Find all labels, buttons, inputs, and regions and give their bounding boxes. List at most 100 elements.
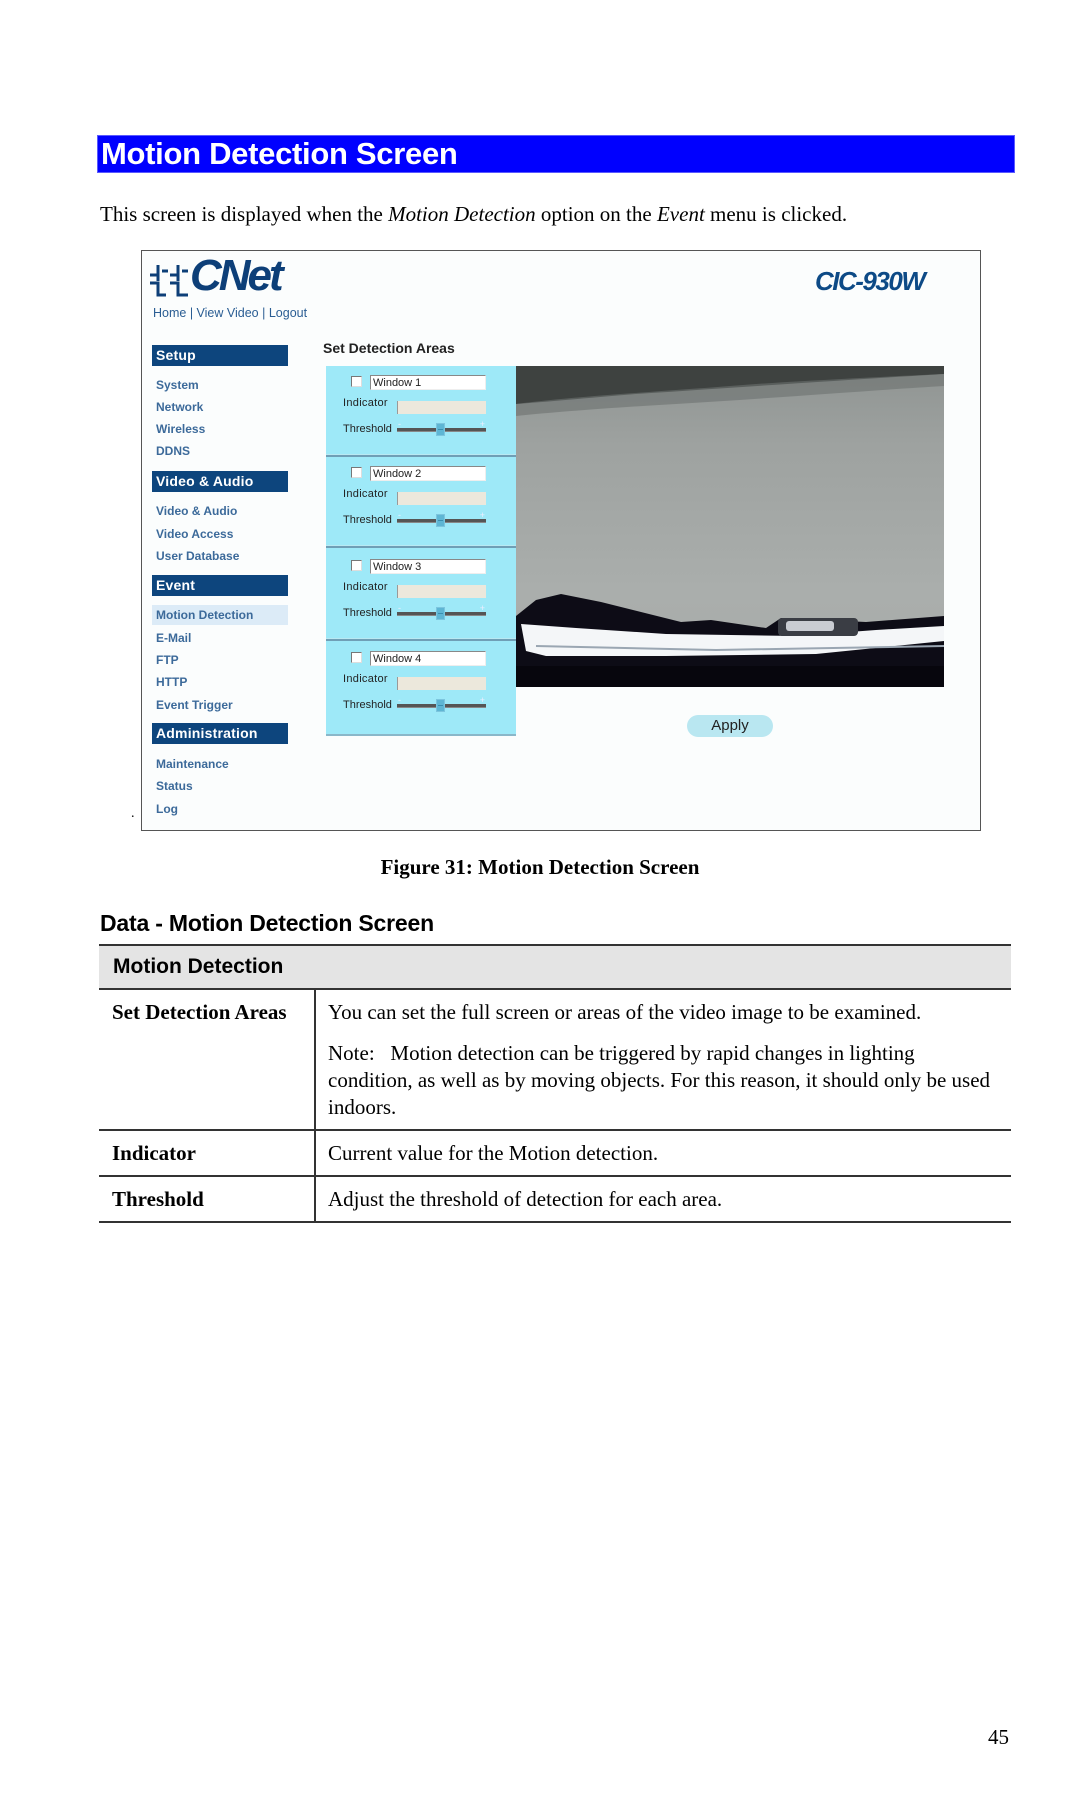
window-3-indicator-bar [397,585,486,598]
intro-emphasis-motion-detection: Motion Detection [388,202,536,226]
sidebar-item-email[interactable]: E-Mail [152,628,288,648]
sidebar-item-event-trigger[interactable]: Event Trigger [152,695,288,715]
sidebar-item-video-audio[interactable]: Video & Audio [152,501,288,521]
slider-thumb[interactable] [435,699,445,712]
table-row: Set Detection Areas You can set the full… [99,989,1011,1131]
description-cell: Current value for the Motion detection. [315,1130,1011,1177]
detection-window-3: Indicator Threshold - + [326,550,516,641]
view-video-link[interactable]: View Video [197,306,259,320]
term-indicator: Indicator [99,1130,316,1177]
slider-min-mark: - [398,603,401,613]
description-cell: You can set the full screen or areas of … [315,989,1011,1131]
slider-max-mark: + [479,603,485,613]
live-video-image[interactable] [516,366,944,687]
intro-paragraph: This screen is displayed when the Motion… [100,200,847,228]
sidebar-heading-setup: Setup [152,345,288,366]
window-3-name-input[interactable] [370,559,486,574]
top-nav: Home | View Video | Logout [153,305,307,321]
description-note: Note: Motion detection can be triggered … [328,1041,996,1119]
figure-caption: Figure 31: Motion Detection Screen [380,855,700,879]
window-3-indicator-label: Indicator [343,581,388,593]
window-4-indicator-bar [397,677,486,690]
sidebar-item-network[interactable]: Network [152,397,288,417]
nav-separator: | [258,306,269,320]
detection-window-1: Indicator Threshold - + [326,366,516,457]
home-link[interactable]: Home [153,306,186,320]
window-4-indicator-label: Indicator [343,673,388,685]
window-1-threshold-label: Threshold [343,423,392,435]
data-section-heading: Data - Motion Detection Screen [100,910,434,936]
window-2-threshold-label: Threshold [343,514,392,526]
page-number: 45 [988,1725,1009,1749]
video-device-highlight [786,621,834,631]
sidebar-item-maintenance[interactable]: Maintenance [152,754,288,774]
table-header-row: Motion Detection [99,944,1011,990]
slider-thumb[interactable] [435,607,445,620]
section-heading: Motion Detection Screen [101,136,458,171]
intro-text: This screen is displayed when the [100,202,389,226]
window-2-name-input[interactable] [370,466,486,481]
table-header: Motion Detection [99,944,1011,990]
sidebar-item-wireless[interactable]: Wireless [152,419,288,439]
model-name: CIC-930W [815,266,926,296]
window-1-threshold-slider[interactable]: - + [397,419,486,437]
slider-min-mark: - [398,419,401,429]
description-text: You can set the full screen or areas of … [328,1000,922,1024]
sidebar-item-ddns[interactable]: DDNS [152,441,288,461]
window-3-enable-checkbox[interactable] [351,560,362,571]
set-detection-areas-title: Set Detection Areas [323,340,455,356]
apply-button[interactable]: Apply [687,715,773,737]
window-1-indicator-label: Indicator [343,397,388,409]
sidebar-item-system[interactable]: System [152,375,288,395]
table-row: Indicator Current value for the Motion d… [99,1130,1011,1177]
sidebar-heading-administration: Administration [152,723,288,744]
table-row: Threshold Adjust the threshold of detect… [99,1176,1011,1223]
window-1-name-input[interactable] [370,375,486,390]
window-4-threshold-label: Threshold [343,699,392,711]
nav-separator: | [186,306,197,320]
slider-thumb[interactable] [435,514,445,527]
sidebar-item-video-access[interactable]: Video Access [152,524,288,544]
detection-window-4: Indicator Threshold - + [326,642,516,733]
logout-link[interactable]: Logout [269,306,307,320]
window-4-name-input[interactable] [370,651,486,666]
cnet-logo: CNet [190,251,284,300]
window-3-threshold-label: Threshold [343,607,392,619]
window-1-enable-checkbox[interactable] [351,376,362,387]
slider-max-mark: + [479,419,485,429]
sidebar-item-http[interactable]: HTTP [152,672,288,692]
sidebar-item-status[interactable]: Status [152,776,288,796]
sidebar-heading-video-audio: Video & Audio [152,471,288,492]
slider-max-mark: + [479,510,485,520]
window-2-threshold-slider[interactable]: - + [397,510,486,528]
cnet-logo-icon [150,265,188,297]
video-desk-front [516,666,944,687]
window-4-enable-checkbox[interactable] [351,652,362,663]
description-cell: Adjust the threshold of detection for ea… [315,1176,1011,1223]
term-set-detection-areas: Set Detection Areas [99,989,316,1131]
data-table: Motion Detection Set Detection Areas You… [99,944,1011,1223]
window-2-indicator-bar [397,492,486,505]
sidebar-item-log[interactable]: Log [152,799,288,819]
window-2-indicator-label: Indicator [343,488,388,500]
window-separator [326,545,516,548]
sidebar-heading-event: Event [152,575,288,596]
slider-thumb[interactable] [435,423,445,436]
slider-min-mark: - [398,695,401,705]
term-threshold: Threshold [99,1176,316,1223]
intro-text: menu is clicked. [704,202,848,226]
description-text: Current value for the Motion detection. [328,1141,659,1165]
sidebar-item-user-database[interactable]: User Database [152,546,288,566]
stray-mark: . [131,806,135,821]
window-4-threshold-slider[interactable]: - + [397,695,486,713]
intro-emphasis-event: Event [656,202,705,226]
slider-min-mark: - [398,510,401,520]
window-1-indicator-bar [397,401,486,414]
sidebar-item-motion-detection[interactable]: Motion Detection [152,605,288,625]
window-2-enable-checkbox[interactable] [351,467,362,478]
window-3-threshold-slider[interactable]: - + [397,603,486,621]
intro-text: option on the [535,202,657,226]
sidebar-item-ftp[interactable]: FTP [152,650,288,670]
description-text: Adjust the threshold of detection for ea… [328,1187,723,1211]
window-separator [326,638,516,641]
